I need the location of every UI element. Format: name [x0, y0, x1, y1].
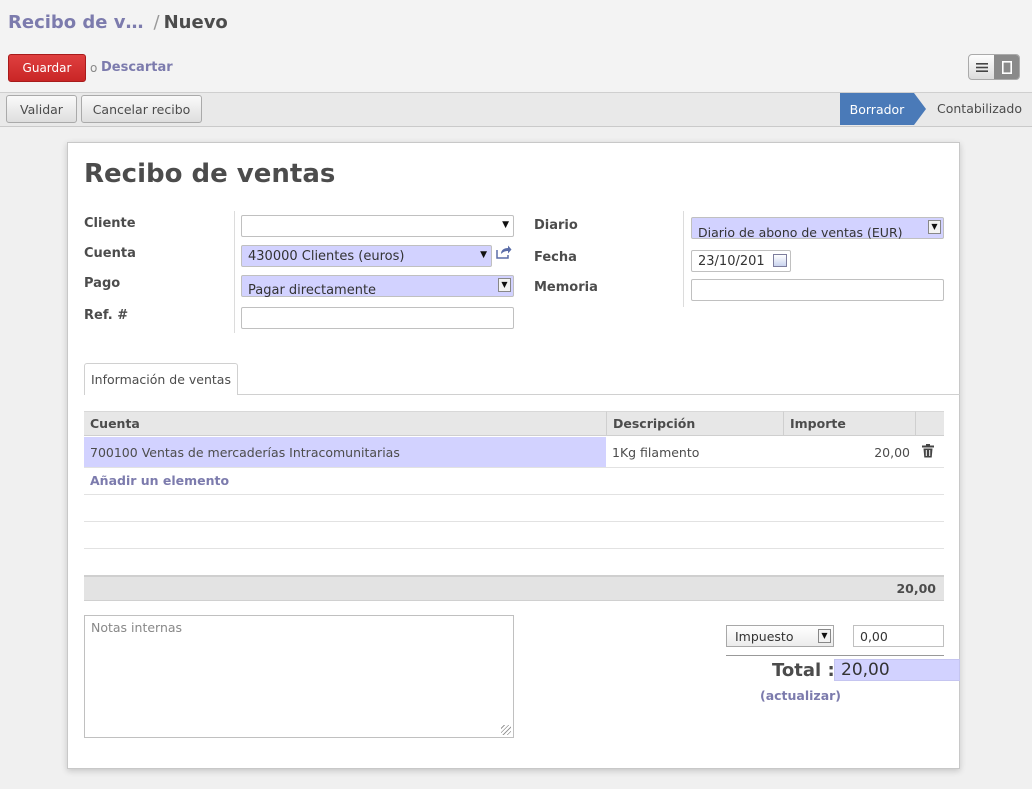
- breadcrumb: Recibo de v… / Nuevo: [8, 12, 228, 33]
- date-input[interactable]: 23/10/201: [691, 250, 791, 272]
- reference-label: Ref. #: [84, 308, 129, 323]
- caret-down-icon: ▼: [480, 250, 487, 260]
- memo-label: Memoria: [534, 280, 598, 295]
- external-link-icon[interactable]: [496, 245, 512, 263]
- total-amount: 20,00: [834, 659, 960, 681]
- payment-select[interactable]: Pagar directamente ▼: [241, 275, 514, 298]
- breadcrumb-current: Nuevo: [163, 12, 228, 33]
- caret-down-icon: ▼: [502, 220, 509, 230]
- breadcrumb-separator: /: [153, 12, 160, 33]
- notes-placeholder: Notas internas: [91, 620, 183, 635]
- payment-label: Pago: [84, 276, 121, 291]
- state-posted[interactable]: Contabilizado: [937, 101, 1022, 116]
- add-line-link[interactable]: Añadir un elemento: [90, 473, 229, 488]
- tax-amount-input[interactable]: 0,00: [853, 625, 944, 647]
- state-draft[interactable]: Borrador: [840, 93, 914, 125]
- payment-value: Pagar directamente: [248, 282, 377, 298]
- column-header-account[interactable]: Cuenta: [84, 411, 606, 436]
- tax-select[interactable]: Impuesto ▼: [726, 625, 834, 647]
- row-divider: [84, 494, 944, 495]
- reference-input[interactable]: [241, 307, 514, 329]
- statusbar: Validar Cancelar recibo Borrador Contabi…: [0, 93, 1032, 127]
- form-view-button[interactable]: [994, 55, 1019, 79]
- memo-input[interactable]: [691, 279, 944, 301]
- tab-sales-information[interactable]: Información de ventas: [84, 363, 238, 395]
- control-panel: Recibo de v… / Nuevo Guardar o Descartar: [0, 0, 1032, 93]
- tax-amount-value: 0,00: [860, 628, 888, 644]
- lines-total: 20,00: [896, 581, 936, 596]
- view-switcher: [968, 54, 1020, 80]
- validate-button[interactable]: Validar: [6, 95, 77, 123]
- cancel-receipt-button[interactable]: Cancelar recibo: [81, 95, 202, 123]
- select-arrow-icon: ▼: [498, 278, 511, 292]
- discard-link[interactable]: Descartar: [101, 60, 173, 75]
- list-icon: [975, 62, 988, 72]
- total-divider: [726, 655, 944, 656]
- lines-footer: 20,00: [84, 575, 944, 601]
- save-button[interactable]: Guardar: [8, 54, 86, 82]
- right-group-divider: [683, 211, 684, 307]
- row-divider: [84, 467, 944, 468]
- refresh-link[interactable]: (actualizar): [760, 688, 841, 703]
- account-label: Cuenta: [84, 246, 136, 261]
- customer-label: Cliente: [84, 216, 136, 231]
- or-text: o: [90, 61, 98, 75]
- left-group-divider: [234, 211, 235, 333]
- date-value: 23/10/201: [698, 253, 765, 269]
- select-arrow-icon: ▼: [928, 220, 941, 234]
- journal-label: Diario: [534, 218, 578, 233]
- calendar-icon[interactable]: [773, 254, 787, 267]
- column-header-actions: [915, 411, 944, 436]
- state-arrow: [914, 93, 926, 125]
- resize-handle-icon[interactable]: [501, 725, 511, 735]
- line-description-cell[interactable]: 1Kg filamento: [606, 437, 783, 467]
- row-divider: [84, 521, 944, 522]
- trash-icon[interactable]: [920, 444, 936, 460]
- journal-select[interactable]: Diario de abono de ventas (EUR) ▼: [691, 217, 944, 240]
- form-icon: [1001, 60, 1012, 74]
- line-account-cell[interactable]: 700100 Ventas de mercaderías Intracomuni…: [84, 437, 606, 467]
- line-amount-cell[interactable]: 20,00: [783, 437, 910, 467]
- breadcrumb-parent-link[interactable]: Recibo de v…: [8, 12, 144, 33]
- column-header-description[interactable]: Descripción: [606, 411, 783, 436]
- date-label: Fecha: [534, 250, 577, 265]
- form-sheet: Recibo de ventas Cliente Cuenta Pago Ref…: [67, 142, 960, 769]
- account-value: 430000 Clientes (euros): [248, 248, 405, 264]
- total-label: Total :: [772, 660, 835, 681]
- row-divider: [84, 548, 944, 549]
- column-header-amount[interactable]: Importe: [783, 411, 915, 436]
- list-view-button[interactable]: [969, 55, 994, 79]
- journal-value: Diario de abono de ventas (EUR): [698, 224, 903, 240]
- customer-select[interactable]: ▼: [241, 215, 514, 237]
- internal-notes-textarea[interactable]: Notas internas: [84, 615, 514, 738]
- tax-select-value: Impuesto: [735, 628, 794, 644]
- account-select[interactable]: 430000 Clientes (euros) ▼: [241, 245, 492, 267]
- select-arrow-icon: ▼: [818, 629, 831, 643]
- form-title: Recibo de ventas: [84, 159, 336, 189]
